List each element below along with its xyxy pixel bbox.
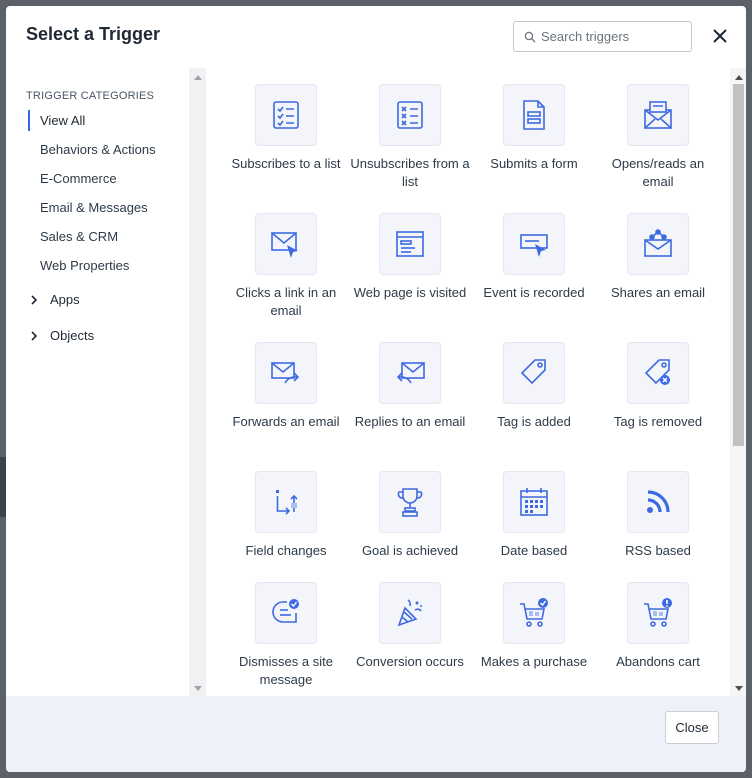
trigger-tile[interactable]: Subscribes to a list <box>224 84 348 173</box>
group-objects-label: Objects <box>50 328 95 343</box>
trigger-label: Conversion occurs <box>356 654 464 669</box>
chevron-right-icon <box>31 330 38 341</box>
field-change-icon <box>276 490 298 515</box>
site-message-icon <box>272 599 299 623</box>
trigger-label: Tag is added <box>497 414 571 429</box>
trigger-tile[interactable]: Opens/reads an email <box>596 84 720 191</box>
main-scrollbar[interactable] <box>730 68 746 696</box>
chevron-right-icon <box>31 294 38 305</box>
forward-envelope-icon <box>271 362 300 384</box>
trigger-label: Submits a form <box>490 156 578 171</box>
tag-remove-icon <box>644 359 670 385</box>
event-cursor-icon <box>520 234 548 257</box>
trigger-tile[interactable]: Shares an email <box>596 213 720 302</box>
sidebar-heading: TRIGGER CATEGORIES <box>26 90 155 102</box>
search-icon <box>524 31 536 42</box>
close-icon[interactable] <box>709 25 731 47</box>
trigger-label: Field changes <box>245 543 327 558</box>
open-envelope-icon <box>644 101 672 129</box>
category-web-properties[interactable]: Web Properties <box>40 258 129 273</box>
trigger-tile[interactable]: Unsubscribes from a list <box>348 84 472 191</box>
trigger-tile[interactable]: Goal is achieved <box>348 471 472 560</box>
trigger-tile[interactable]: Clicks a link in an email <box>224 213 348 320</box>
share-envelope-icon <box>644 229 672 257</box>
trigger-label: RSS based <box>625 543 691 558</box>
close-button[interactable]: Close <box>665 711 719 744</box>
trigger-modal: Select a Trigger TRIGGER CATEGORIES View… <box>6 6 746 772</box>
envelope-cursor-icon <box>271 232 298 258</box>
active-indicator <box>28 110 30 131</box>
trigger-tile[interactable]: RSS based <box>596 471 720 560</box>
search-input[interactable] <box>541 29 686 44</box>
trigger-label: Goal is achieved <box>361 543 459 558</box>
trigger-label: Event is recorded <box>483 285 585 300</box>
group-apps-label: Apps <box>50 292 80 307</box>
rss-icon <box>647 490 670 513</box>
checklist-icon <box>273 101 299 129</box>
trigger-tile[interactable]: Web page is visited <box>348 213 472 302</box>
cart-alert-icon <box>644 598 672 627</box>
trigger-tile[interactable]: Dismisses a site message <box>224 582 348 689</box>
trigger-label: Makes a purchase <box>480 654 588 669</box>
group-objects[interactable]: Objects <box>28 328 94 343</box>
trigger-tile[interactable]: Abandons cart <box>596 582 720 671</box>
category-view-all[interactable]: View All <box>40 113 85 128</box>
category-sidebar: TRIGGER CATEGORIES View All Behaviors & … <box>6 68 189 696</box>
search-box[interactable] <box>513 21 692 52</box>
trigger-label: Replies to an email <box>354 414 466 429</box>
trigger-label: Clicks a link in an email <box>235 285 337 318</box>
trigger-tile[interactable]: Forwards an email <box>224 342 348 431</box>
trigger-tile[interactable]: Replies to an email <box>348 342 472 431</box>
trigger-label: Web page is visited <box>353 285 467 300</box>
trigger-label: Date based <box>500 543 568 558</box>
trigger-label: Shares an email <box>611 285 705 300</box>
trigger-grid: Subscribes to a list Unsubscribes from a… <box>206 68 730 696</box>
trigger-label: Abandons cart <box>616 654 700 669</box>
trigger-label: Unsubscribes from a list <box>350 156 470 189</box>
tag-icon <box>520 359 546 385</box>
party-popper-icon <box>397 599 422 627</box>
modal-title: Select a Trigger <box>26 24 161 44</box>
trigger-tile[interactable]: Date based <box>472 471 596 560</box>
cart-check-icon <box>520 598 548 627</box>
trigger-tile[interactable]: Conversion occurs <box>348 582 472 671</box>
scroll-down-arrow[interactable] <box>730 682 746 694</box>
modal-footer <box>6 696 746 772</box>
trigger-tile[interactable]: Makes a purchase <box>472 582 596 671</box>
trigger-tile[interactable]: Tag is added <box>472 342 596 431</box>
trigger-label: Forwards an email <box>232 414 340 429</box>
trigger-label: Subscribes to a list <box>231 156 341 171</box>
group-apps[interactable]: Apps <box>28 292 80 307</box>
trigger-tile[interactable]: Submits a form <box>472 84 596 173</box>
trigger-label: Tag is removed <box>613 414 703 429</box>
trophy-icon <box>397 488 423 517</box>
trigger-tile[interactable]: Event is recorded <box>472 213 596 302</box>
trigger-label: Opens/reads an email <box>611 156 705 189</box>
scroll-down-arrow[interactable] <box>189 682 206 694</box>
category-e-commerce[interactable]: E-Commerce <box>40 171 117 186</box>
form-icon <box>523 100 545 130</box>
category-behaviors-actions[interactable]: Behaviors & Actions <box>40 142 156 157</box>
sidebar-scrollbar[interactable] <box>189 68 206 696</box>
scroll-up-arrow[interactable] <box>189 71 206 83</box>
cancel-list-icon <box>397 101 423 129</box>
modal-header: Select a Trigger <box>6 6 746 68</box>
trigger-tile[interactable]: Field changes <box>224 471 348 560</box>
trigger-tile[interactable]: Tag is removed <box>596 342 720 431</box>
category-email-messages[interactable]: Email & Messages <box>40 200 148 215</box>
scroll-up-arrow[interactable] <box>730 71 746 83</box>
reply-envelope-icon <box>396 362 425 384</box>
scroll-thumb[interactable] <box>733 84 744 446</box>
browser-window-icon <box>396 231 424 257</box>
trigger-label: Dismisses a site message <box>239 654 333 687</box>
category-sales-crm[interactable]: Sales & CRM <box>40 229 118 244</box>
calendar-icon <box>520 488 548 516</box>
